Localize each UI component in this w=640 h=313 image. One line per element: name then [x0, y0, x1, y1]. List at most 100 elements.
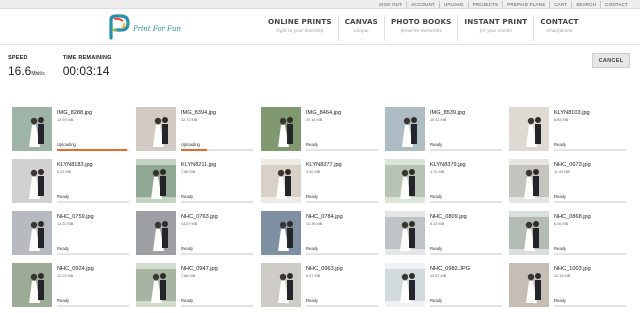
top-link-sign-out[interactable]: SIGN OUT — [375, 1, 406, 8]
main-nav: ONLINE PRINTS right to your doorstep CANVA… — [262, 15, 585, 41]
upload-file-card: NHC_0784.jpg 10.36 MB Ready — [261, 211, 378, 257]
top-link-search[interactable]: SEARCH — [571, 1, 600, 8]
file-status: Ready — [554, 142, 567, 147]
file-name: NHC_0982.JPG — [430, 266, 471, 272]
file-name: IMG_8288.jpg — [57, 110, 93, 116]
top-link-contact[interactable]: CONTACT — [600, 1, 632, 8]
file-size: 6.65 MB — [554, 117, 569, 122]
upload-file-card: IMG_8539.jpg 19.42 MB Ready — [385, 107, 502, 153]
upload-progress-bar — [554, 304, 626, 307]
speed-value: 16.6 — [8, 64, 32, 78]
speed-unit: Mbit/s — [31, 71, 45, 77]
file-name: NHC_0673.jpg — [554, 162, 591, 168]
speed-stat: SPEED 16.6Mbit/s — [8, 55, 45, 78]
nav-item-contact[interactable]: CONTACT email/phone — [533, 15, 584, 41]
file-status: Ready — [181, 194, 194, 199]
nav-subtitle: right to your doorstep — [276, 28, 324, 33]
file-name: NHC_1003.jpg — [554, 266, 591, 272]
nav-title: INSTANT PRINT — [464, 17, 528, 26]
file-thumbnail — [261, 107, 301, 151]
upload-progress-bar — [181, 200, 253, 203]
upload-file-card: KLYN8379.jpg 4.70 MB Ready — [385, 159, 502, 205]
file-status: Ready — [430, 194, 443, 199]
file-name: KLYN8103.jpg — [554, 110, 590, 116]
file-name: IMG_8539.jpg — [430, 110, 466, 116]
nav-item-canvas[interactable]: CANVAS unique — [337, 15, 384, 41]
file-name: KLYN8183.jpg — [57, 162, 93, 168]
file-thumbnail — [385, 263, 425, 307]
nav-subtitle: email/phone — [546, 28, 573, 33]
upload-file-card: NHC_1003.jpg 12.15 MB Ready — [509, 263, 626, 309]
upload-file-card: NHC_0963.jpg 9.07 MB Ready — [261, 263, 378, 309]
file-size: 7.86 MB — [181, 169, 196, 174]
file-name: KLYN8211.jpg — [181, 162, 217, 168]
upload-progress-bar — [430, 148, 502, 151]
upload-file-card: NHC_0982.JPG 10.87 MB Ready — [385, 263, 502, 309]
file-name: NHC_0963.jpg — [306, 266, 343, 272]
top-link-cart[interactable]: CART — [549, 1, 571, 8]
file-name: KLYN8379.jpg — [430, 162, 466, 168]
top-link-prepaid-plans[interactable]: PREPAID PLANS — [502, 1, 549, 8]
top-utility-bar: SIGN OUT ACCOUNT UPLOAD PROJECTS PREPAID PLA… — [0, 0, 640, 9]
file-status: Ready — [430, 246, 443, 251]
file-name: KLYN8377.jpg — [306, 162, 342, 168]
upload-progress-bar — [57, 148, 129, 151]
upload-file-card: KLYN8377.jpg 4.50 MB Ready — [261, 159, 378, 205]
nav-title: PHOTO BOOKS — [390, 17, 452, 26]
file-status: Ready — [306, 298, 319, 303]
top-link-account[interactable]: ACCOUNT — [406, 1, 439, 8]
file-status: Ready — [430, 298, 443, 303]
file-status: Ready — [181, 246, 194, 251]
file-size: 14.97 MB — [181, 221, 198, 226]
upload-progress-bar — [181, 148, 253, 151]
upload-progress-bar — [306, 304, 378, 307]
upload-progress-bar — [430, 200, 502, 203]
nav-subtitle: unique — [354, 28, 369, 33]
file-status: Ready — [554, 194, 567, 199]
speed-readout: 16.6Mbit/s — [8, 64, 45, 78]
file-name: IMG_8394.jpg — [181, 110, 217, 116]
nav-subtitle: preserve memories — [400, 28, 442, 33]
file-thumbnail — [385, 107, 425, 151]
file-thumbnail — [261, 263, 301, 307]
upload-progress-bar — [57, 252, 129, 255]
nav-title: CANVAS — [344, 17, 378, 26]
upload-file-card: KLYN8211.jpg 7.86 MB Ready — [136, 159, 253, 205]
file-thumbnail — [261, 211, 301, 255]
top-link-upload[interactable]: UPLOAD — [438, 1, 468, 8]
site-logo[interactable]: Print For Fun — [108, 12, 198, 42]
upload-progress-bar — [306, 200, 378, 203]
upload-progress-bar — [306, 148, 378, 151]
file-status: Ready — [57, 298, 70, 303]
file-thumbnail — [136, 211, 176, 255]
file-size: 13.22 MB — [57, 221, 74, 226]
file-thumbnail — [261, 159, 301, 203]
nav-item-online-prints[interactable]: ONLINE PRINTS right to your doorstep — [262, 15, 338, 41]
file-name: NHC_0868.jpg — [554, 214, 591, 220]
nav-title: ONLINE PRINTS — [268, 17, 332, 26]
file-size: 19.42 MB — [430, 117, 447, 122]
file-status: Ready — [554, 246, 567, 251]
file-size: 12.09 MB — [57, 117, 74, 122]
upload-file-card: NHC_0763.jpg 14.97 MB Ready — [136, 211, 253, 257]
top-link-projects[interactable]: PROJECTS — [467, 1, 503, 8]
upload-file-card: NHC_0947.jpg 7.88 MB Ready — [136, 263, 253, 309]
upload-stats: SPEED 16.6Mbit/s TIME REMAINING 00:03:14 — [8, 55, 112, 78]
file-status: Ready — [306, 142, 319, 147]
file-thumbnail — [385, 159, 425, 203]
file-thumbnail — [509, 159, 549, 203]
nav-title: CONTACT — [540, 17, 579, 26]
upload-progress-bar — [181, 304, 253, 307]
logo-mark-icon — [108, 14, 130, 40]
file-size: 20.16 MB — [306, 117, 323, 122]
upload-file-card: NHC_0924.jpg 12.29 MB Ready — [12, 263, 129, 309]
nav-item-photo-books[interactable]: PHOTO BOOKS preserve memories — [383, 15, 457, 41]
file-name: NHC_0759.jpg — [57, 214, 94, 220]
cancel-button[interactable]: CANCEL — [592, 53, 630, 68]
file-thumbnail — [136, 159, 176, 203]
nav-subtitle: for your events — [479, 28, 512, 33]
time-remaining-label: TIME REMAINING — [62, 55, 112, 61]
upload-progress-bar — [554, 148, 626, 151]
file-thumbnail — [12, 211, 52, 255]
nav-item-instant-print[interactable]: INSTANT PRINT for your events — [457, 15, 533, 41]
